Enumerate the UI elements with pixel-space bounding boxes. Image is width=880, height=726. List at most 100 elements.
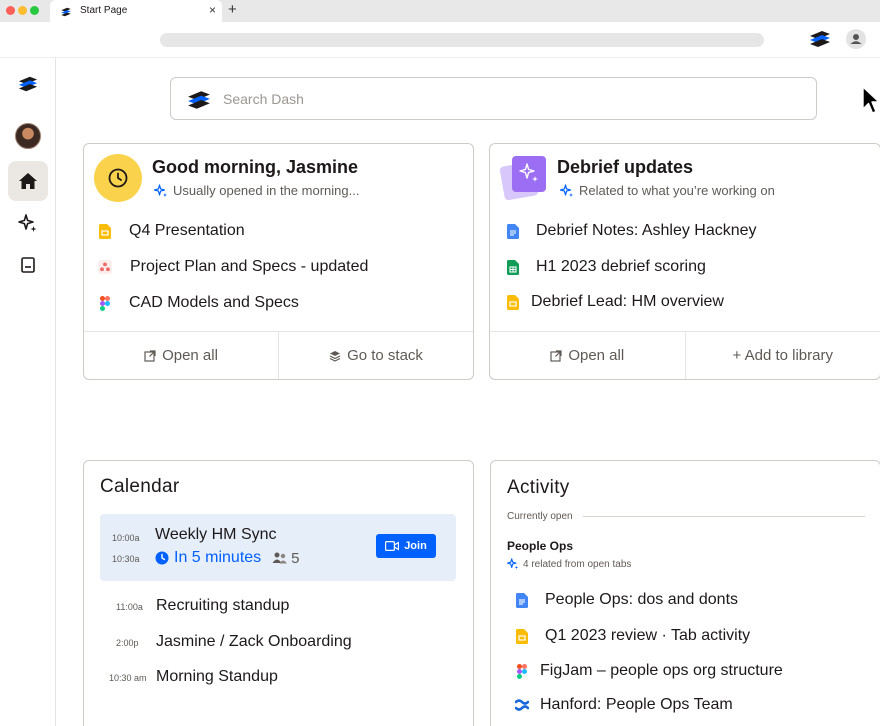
debrief-card-footer: Open all + Add to library <box>490 331 880 379</box>
go-to-stack-label: Go to stack <box>347 347 423 364</box>
minimize-window-button[interactable] <box>18 6 27 15</box>
list-item[interactable]: People Ops: dos and donts <box>515 591 738 609</box>
google-slides-icon <box>98 223 112 239</box>
address-bar[interactable] <box>160 33 764 47</box>
figma-icon <box>98 295 112 311</box>
rail-item-library[interactable] <box>8 245 48 285</box>
debrief-stack-icon <box>499 154 550 202</box>
people-icon <box>272 552 288 564</box>
event-title: Recruiting standup <box>156 597 290 614</box>
stack-icon <box>21 257 35 273</box>
event-time: 11:00a <box>116 602 143 612</box>
dash-logo-icon <box>18 76 38 92</box>
attendees-count-text: 5 <box>291 549 300 567</box>
divider-line <box>582 516 865 517</box>
clock-icon <box>94 154 142 202</box>
list-item[interactable]: Q1 2023 review · Tab activity <box>515 627 750 645</box>
list-item-label: Q4 Presentation <box>129 222 245 239</box>
join-button[interactable]: Join <box>376 534 436 558</box>
sparkle-icon <box>507 558 519 570</box>
list-item-label: Debrief Notes: Ashley Hackney <box>536 222 757 239</box>
new-tab-button[interactable]: + <box>228 1 237 19</box>
event-title: Morning Standup <box>156 668 278 685</box>
join-label: Join <box>404 540 427 552</box>
calendar-event-highlighted[interactable]: 10:00a 10:30a Weekly HM Sync In 5 minute… <box>100 514 456 581</box>
sparkle-icon <box>18 214 37 232</box>
morning-card: Good morning, Jasmine Usually opened in … <box>83 143 474 380</box>
event-end-time: 10:30a <box>112 554 140 564</box>
open-all-button[interactable]: Open all <box>490 332 685 379</box>
event-status-text: In 5 minutes <box>174 549 262 566</box>
event-time: 2:00p <box>116 638 139 648</box>
zoom-window-button[interactable] <box>30 6 39 15</box>
google-docs-icon <box>506 223 520 239</box>
search-bar[interactable] <box>170 77 817 120</box>
asana-icon <box>98 259 112 275</box>
open-all-button[interactable]: Open all <box>84 332 278 379</box>
google-slides-icon <box>506 294 520 310</box>
calendar-title: Calendar <box>100 476 180 497</box>
currently-open-label: Currently open <box>507 511 573 522</box>
sparkle-icon <box>154 183 167 197</box>
event-title: Jasmine / Zack Onboarding <box>156 633 352 650</box>
sparkle-icon <box>560 183 573 197</box>
event-title: Weekly HM Sync <box>155 526 277 543</box>
list-item-label: Q1 2023 review · Tab activity <box>545 627 751 644</box>
list-item-label: CAD Models and Specs <box>129 294 299 311</box>
confluence-icon <box>515 698 529 712</box>
list-item-label: Debrief Lead: HM overview <box>531 293 724 310</box>
add-to-library-label: + Add to library <box>732 347 833 364</box>
google-sheets-icon <box>506 259 520 275</box>
list-item-label: Hanford: People Ops Team <box>540 696 733 713</box>
google-docs-icon <box>515 592 529 608</box>
tab-close-icon[interactable]: × <box>209 3 216 17</box>
dash-extension-icon[interactable] <box>809 30 831 53</box>
list-item[interactable]: Hanford: People Ops Team <box>515 696 733 714</box>
activity-group-title: People Ops <box>507 539 574 553</box>
morning-card-title: Good morning, Jasmine <box>152 157 359 177</box>
list-item[interactable]: Debrief Lead: HM overview <box>506 293 724 311</box>
stack-layers-icon <box>329 350 341 362</box>
activity-title: Activity <box>507 477 570 498</box>
dash-logo-icon <box>60 5 72 23</box>
list-item[interactable]: CAD Models and Specs <box>98 294 299 312</box>
currently-open-divider: Currently open <box>507 511 865 522</box>
browser-tab-bar: Start Page × + <box>0 0 880 22</box>
list-item-label: FigJam – people ops org structure <box>540 662 783 679</box>
open-all-label: Open all <box>568 347 625 364</box>
list-item[interactable]: FigJam – people ops org structure <box>515 662 783 680</box>
browser-toolbar <box>0 22 880 58</box>
profile-icon[interactable] <box>846 29 866 49</box>
close-window-button[interactable] <box>6 6 15 15</box>
dash-logo-button[interactable] <box>8 64 48 104</box>
list-item-label: People Ops: dos and donts <box>545 591 739 608</box>
figma-icon <box>515 663 529 679</box>
user-avatar-button[interactable] <box>8 116 48 156</box>
list-item[interactable]: Q4 Presentation <box>98 222 245 240</box>
activity-card: Activity Currently open People Ops 4 rel… <box>490 460 880 726</box>
rail-item-home[interactable] <box>8 161 48 201</box>
rail-item-ai[interactable] <box>8 203 48 243</box>
debrief-card-subtitle-text: Related to what you’re working on <box>579 183 775 198</box>
activity-group-subtitle: 4 related from open tabs <box>507 558 631 570</box>
list-item[interactable]: Project Plan and Specs - updated <box>98 258 368 276</box>
go-to-stack-button[interactable]: Go to stack <box>278 332 473 379</box>
debrief-card: Debrief updates Related to what you’re w… <box>489 143 880 380</box>
dash-logo-icon <box>187 90 211 115</box>
video-icon <box>385 541 400 551</box>
debrief-card-title: Debrief updates <box>557 157 694 177</box>
browser-tab-start-page[interactable]: Start Page × <box>50 0 222 22</box>
clock-icon <box>155 551 169 565</box>
list-item[interactable]: Debrief Notes: Ashley Hackney <box>506 222 757 240</box>
list-item-label: H1 2023 debrief scoring <box>536 258 706 275</box>
search-input[interactable] <box>223 88 783 110</box>
list-item[interactable]: H1 2023 debrief scoring <box>506 258 706 276</box>
morning-card-subtitle-text: Usually opened in the morning... <box>173 183 360 198</box>
tab-title: Start Page <box>80 5 128 16</box>
home-icon <box>19 173 37 189</box>
add-to-library-button[interactable]: + Add to library <box>684 332 880 379</box>
calendar-card: Calendar 10:00a 10:30a Weekly HM Sync In… <box>83 460 474 726</box>
open-all-label: Open all <box>162 347 218 364</box>
activity-group-subtitle-text: 4 related from open tabs <box>523 558 632 570</box>
attendees-count: 5 <box>272 549 300 567</box>
